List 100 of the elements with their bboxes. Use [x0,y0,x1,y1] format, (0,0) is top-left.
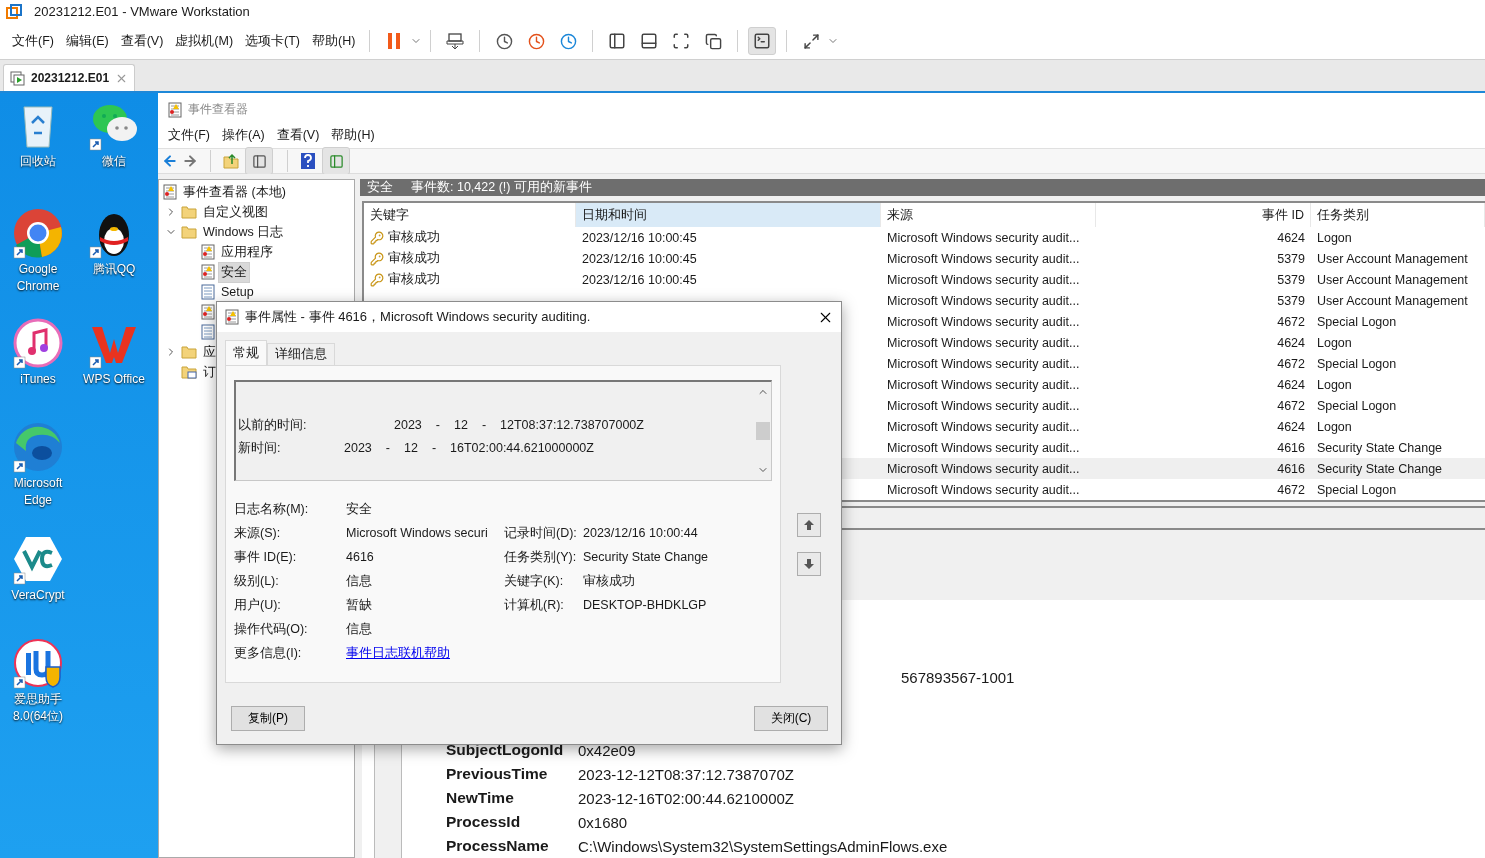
menu-item[interactable]: 帮助(H) [306,32,362,50]
source-cell: Microsoft Windows security audit... [887,482,1080,497]
source-cell: Microsoft Windows security audit... [887,377,1080,392]
event-count: 事件数: 10,422 (!) 可用的新事件 [411,179,592,196]
date-cell: 2023/12/16 10:00:45 [582,251,697,266]
source-cell: Microsoft Windows security audit... [887,230,1080,245]
field-value: 审核成功 [583,572,636,590]
source-cell: Microsoft Windows security audit... [887,335,1080,350]
log-icon [168,101,182,118]
menu-item[interactable]: 查看(V) [270,127,326,144]
category-cell: Special Logon [1317,398,1397,413]
pause-icon [387,33,402,49]
vm-tab[interactable]: 20231212.E01 [3,64,136,91]
app-logo-icon [6,3,22,20]
source-cell: Microsoft Windows security audit... [887,272,1080,287]
description-label: 以前的时间: [238,416,308,434]
detail-value: C:\Windows\System32\SystemSettingsAdminFlows.exe [578,837,948,855]
next-event-button[interactable] [797,552,821,576]
down-arrow-icon [803,558,815,570]
panel-toggle-button[interactable] [245,147,273,175]
wave-logo-icon [12,421,64,473]
event-id-cell: 4624 [1277,335,1305,350]
copy-icon [704,32,722,50]
previous-event-button[interactable] [797,513,821,537]
field-label: 日志名称(M): [234,500,310,518]
source-cell: Microsoft Windows security audit... [887,398,1080,413]
vm-icon [10,70,25,86]
field-label: 记录时间(D): [504,524,578,542]
tree-item[interactable]: 事件查看器 (本地) [181,182,288,202]
description-value: - [435,418,440,432]
event-id-cell: 4624 [1277,230,1305,245]
window-title: 20231212.E01 - VMware Workstation [34,4,250,19]
menu-item[interactable]: 查看(V) [114,32,170,50]
description-value: 12T08:37:12.738707000Z [500,418,644,432]
menu-item[interactable]: 选项卡(T) [239,32,307,50]
folder-icon [181,365,197,379]
description-label: 新时间: [238,439,282,457]
tab[interactable]: 常规 [225,340,267,365]
description-value: - [385,441,390,455]
event-id-cell: 4672 [1277,356,1305,371]
menu-item[interactable]: 编辑(E) [59,32,115,50]
detail-value: 0x1680 [578,813,628,831]
description-value: 16T02:00:44.621000000Z [450,441,594,455]
field-label: 计算机(R): [504,596,565,614]
back-icon[interactable] [162,153,178,169]
helper-app-icon [12,637,64,689]
category-cell: Logon [1317,419,1352,434]
field-label: 操作代码(O): [234,620,309,638]
detail-value: 567893567-1001 [901,668,1015,688]
event-id-cell: 5379 [1277,272,1305,287]
tree-item[interactable]: 安全 [219,262,249,282]
up-arrow-icon [803,519,815,531]
source-cell: Microsoft Windows security audit... [887,440,1080,455]
scroll-thumb[interactable] [756,422,770,440]
log-icon [201,264,215,280]
category-cell: User Account Management [1317,293,1468,308]
panel-left-icon [608,32,627,50]
description-value: 2023 [394,418,422,432]
menu-item[interactable]: 文件(F) [6,32,60,50]
detail-value: 0x42e09 [578,741,636,759]
detail-label: ProcessName [446,837,550,855]
keyword-cell: 审核成功 [388,229,440,246]
menu-item[interactable]: 操作(A) [215,127,271,144]
menu-item[interactable]: 虚拟机(M) [169,32,240,50]
dialog-button[interactable]: 关闭(C) [754,706,828,731]
help-link[interactable]: 事件日志联机帮助 [346,644,450,662]
description-value: 12 [404,441,418,455]
column-header[interactable]: 日期和时间 [576,203,881,227]
clock-icon [527,32,545,50]
help-icon[interactable] [300,152,316,170]
folder-up-icon[interactable] [223,153,239,169]
page-icon [201,284,215,300]
source-cell: Microsoft Windows security audit... [887,293,1080,308]
detail-label: PreviousTime [446,765,549,783]
tab[interactable]: 详细信息 [267,343,335,365]
terminal-button[interactable] [748,27,777,55]
event-id-cell: 5379 [1277,293,1305,308]
menu-item[interactable]: 文件(F) [162,127,216,144]
source-cell: Microsoft Windows security audit... [887,251,1080,266]
tree-item[interactable]: Setup [219,284,256,300]
forward-icon[interactable] [182,153,198,169]
source-cell: Microsoft Windows security audit... [887,419,1080,434]
expand-icon [802,32,820,50]
log-icon [225,309,239,325]
panel-icon [328,153,344,169]
keyword-cell: 审核成功 [388,271,440,288]
key-icon [370,251,384,266]
category-cell: Security State Change [1317,461,1443,476]
panel-toggle-button[interactable] [322,147,350,175]
page-icon [201,324,215,340]
category-cell: Logon [1317,377,1352,392]
category-cell: Special Logon [1317,482,1397,497]
detail-label: SubjectLogonId [446,741,565,759]
category-cell: Special Logon [1317,356,1397,371]
field-value: 暂缺 [346,596,373,614]
menu-item[interactable]: 帮助(H) [325,127,381,144]
category-cell: Logon [1317,230,1352,245]
field-label: 来源(S): [234,524,282,542]
log-icon [201,304,215,320]
dialog-button[interactable]: 复制(P) [231,706,305,731]
